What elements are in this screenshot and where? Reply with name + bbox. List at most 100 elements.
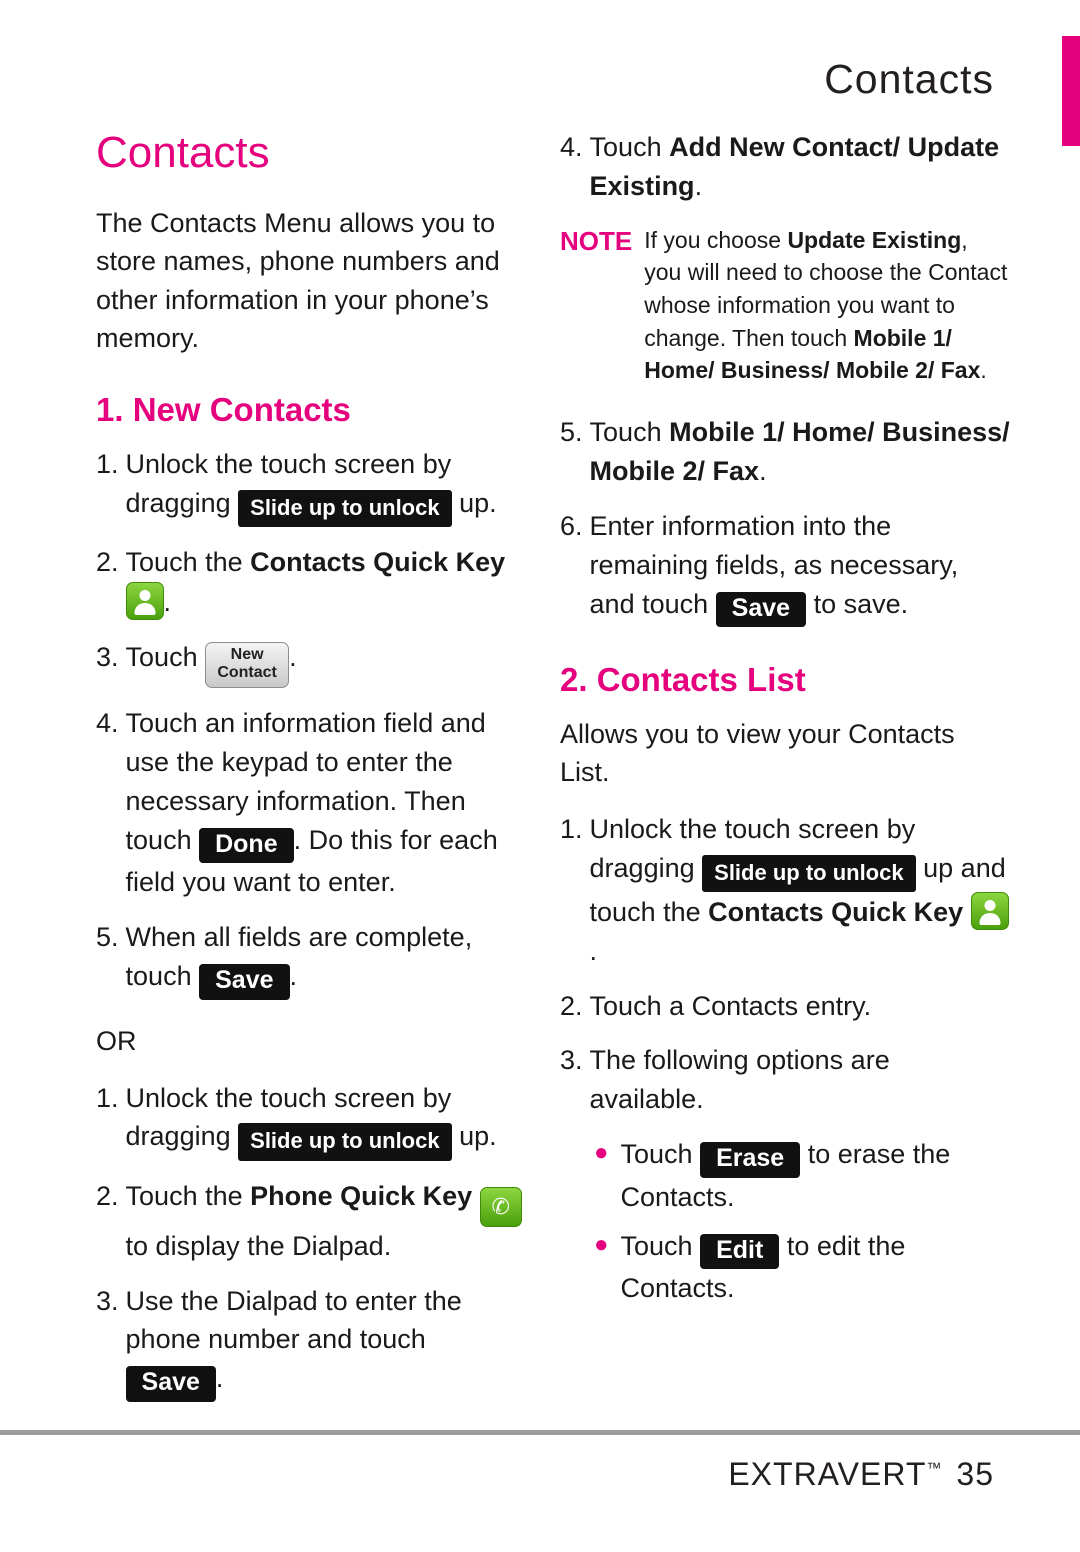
step-number: 5. [96,922,119,953]
trademark-icon: ™ [926,1460,943,1477]
step-item: 2. Touch the Phone Quick Key ✆ to displa… [96,1177,526,1266]
step-text-part: . [215,1363,224,1394]
step-item: 2. Touch the Contacts Quick Key . [96,543,526,622]
step-item: 2. Touch a Contacts entry. [560,987,1010,1026]
erase-button[interactable]: Erase [700,1142,801,1178]
header-accent-bar [1062,36,1080,146]
step-text: Touch an information field and use the k… [126,704,526,902]
step-item: 1. Unlock the touch screen by dragging S… [96,1079,526,1161]
section-new-contacts-title: 1. New Contacts [96,391,351,429]
page-title: Contacts [96,128,270,177]
step-number: 3. [96,642,119,673]
note-block: NOTE If you choose Update Existing, you … [560,224,1010,387]
step-text-part: Touch [589,417,670,448]
step-text: Touch the Phone Quick Key ✆ to display t… [126,1177,526,1266]
step-text: Touch a Contacts entry. [589,990,872,1021]
footer-divider [0,1430,1080,1435]
step-number: 5. [560,417,583,448]
step-text-part: . [759,455,767,486]
slide-up-to-unlock-key[interactable]: Slide up to unlock [238,490,452,528]
slide-up-to-unlock-key[interactable]: Slide up to unlock [702,854,916,892]
step-text-part: to display the Dialpad. [125,1230,392,1261]
step-text-part: Touch the [125,547,251,578]
step-number: 6. [560,510,583,541]
step-item: 5. Touch Mobile 1/ Home/ Business/ Mobil… [560,413,1010,491]
bullet-item: ● Touch Edit to edit the Contacts. [560,1227,1010,1308]
step-text-part: Use the Dialpad to enter the phone numbe… [125,1285,462,1355]
phone-quick-key-icon[interactable]: ✆ [479,1186,522,1227]
new-contact-line2: Contact [217,664,277,682]
step-item: 5. When all fields are complete, touch S… [96,918,526,1000]
step-text: The following options are available. [589,1045,890,1115]
section-contacts-list-title: 2. Contacts List [560,661,806,699]
left-column: Contacts The Contacts Menu allows you to… [96,128,526,1418]
step-text-part: up [923,852,954,883]
note-label: NOTE [560,225,633,256]
intro-paragraph: The Contacts Menu allows you to store na… [96,208,500,353]
page-footer: EXTRAVERT™ 35 [728,1456,994,1493]
step-text-part: Touch [125,642,198,673]
step-item: 1. Unlock the touch screen by dragging S… [96,445,526,528]
step-text-part: . [289,961,298,992]
step-number: 2. [96,1180,119,1211]
step-text-part: Touch the [125,1180,251,1211]
step-number: 4. [96,708,119,739]
note-bold-update-existing: Update Existing [787,226,962,253]
save-button[interactable]: Save [199,964,290,1000]
bullet-dot-icon: ● [594,1230,609,1258]
step-text-part: to save. [813,588,909,619]
step-text: Touch New Contact . [125,638,526,689]
step-item: 3. Touch New Contact . [96,638,526,689]
step-item: 3. The following options are available. [560,1041,1010,1119]
step-number: 3. [96,1285,119,1316]
step-number: 3. [560,1045,583,1076]
brand-name: EXTRAVERT [728,1456,927,1492]
step-text-part: . [694,170,703,201]
step-number: 1. [560,813,583,844]
step-number: 2. [560,990,583,1021]
note-text-part: . [980,357,987,384]
bullet-text: Touch Edit to edit the Contacts. [621,1227,1011,1308]
contacts-quick-key-icon[interactable] [970,891,1009,930]
header-chapter-title: Contacts [824,56,994,102]
bullet-text: Touch Erase to erase the Contacts. [621,1135,1011,1216]
step-number: 1. [96,1082,119,1113]
step-text: Enter information into the remaining fie… [590,507,1010,628]
step-text: Unlock the touch screen by dragging Slid… [590,810,1010,971]
step-text-part: When all fields are complete, touch [125,922,473,992]
step-text: Unlock the touch screen by dragging Slid… [126,445,526,528]
edit-button[interactable]: Edit [700,1233,780,1269]
phone-quick-key-label: Phone Quick Key [250,1180,473,1211]
contacts-quick-key-icon[interactable] [125,582,164,621]
contacts-quick-key-label: Contacts Quick Key [708,896,964,927]
new-contact-line1: New [230,646,264,664]
step-item: 4. Touch Add New Contact/ Update Existin… [560,128,1010,206]
step-item: 3. Use the Dialpad to enter the phone nu… [96,1282,526,1402]
step-text: Touch Mobile 1/ Home/ Business/ Mobile 2… [590,413,1010,491]
page-header: Contacts [0,28,1080,146]
right-column: 4. Touch Add New Contact/ Update Existin… [560,128,1010,1318]
step-number: 2. [96,547,119,578]
step-text-part: . [589,935,598,966]
page: Contacts Contacts The Contacts Menu allo… [0,0,1080,1552]
step-text: When all fields are complete, touch Save… [125,918,526,1000]
step-item: 4. Touch an information field and use th… [96,704,526,902]
step-text: Touch the Contacts Quick Key . [125,543,526,622]
save-button[interactable]: Save [125,1366,216,1402]
step-text: Touch Add New Contact/ Update Existing. [590,128,1010,206]
note-text: If you choose Update Existing, you will … [644,224,1010,387]
step-text-part: . [289,642,297,673]
new-contact-button[interactable]: New Contact [205,642,290,689]
slide-up-to-unlock-key[interactable]: Slide up to unlock [238,1123,452,1161]
bullet-text-part: Touch [620,1139,693,1170]
step-number: 1. [96,449,119,480]
note-text-part: If you choose [644,226,788,253]
step-text: Use the Dialpad to enter the phone numbe… [125,1282,526,1402]
done-button[interactable]: Done [199,827,294,864]
save-button[interactable]: Save [715,591,807,628]
step-text-part: up. [459,488,497,519]
step-item: 6. Enter information into the remaining … [560,507,1010,628]
step-text-part: up. [459,1121,497,1152]
bullet-item: ● Touch Erase to erase the Contacts. [560,1135,1010,1216]
step-text-part: Touch [589,132,670,162]
